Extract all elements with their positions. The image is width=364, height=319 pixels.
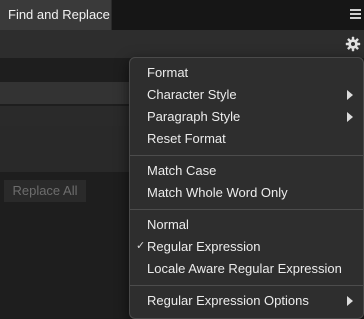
tab-label: Find and Replace <box>8 7 110 22</box>
options-menu: Format Character Style Paragraph Style R… <box>129 57 364 319</box>
menu-item-label: Paragraph Style <box>147 109 241 124</box>
menu-item-paragraph-style[interactable]: Paragraph Style <box>130 106 363 128</box>
menu-separator <box>130 155 363 156</box>
menu-item-reset-format[interactable]: Reset Format <box>130 128 363 150</box>
menu-separator <box>130 209 363 210</box>
menu-item-label: Character Style <box>147 87 237 102</box>
panel-toolbar <box>0 30 364 58</box>
menu-item-format[interactable]: Format <box>130 62 363 84</box>
replace-all-button[interactable]: Replace All <box>4 180 86 202</box>
menu-item-label: Locale Aware Regular Expression <box>147 261 342 276</box>
menu-item-label: Match Case <box>147 163 217 178</box>
menu-item-label: Regular Expression Options <box>147 293 309 308</box>
gear-icon[interactable] <box>345 36 361 52</box>
menu-item-locale-aware-regex[interactable]: Locale Aware Regular Expression <box>130 258 363 280</box>
menu-item-normal[interactable]: Normal <box>130 214 363 236</box>
chevron-right-icon <box>347 112 353 122</box>
menu-item-label: Format <box>147 65 189 80</box>
menu-item-regular-expression[interactable]: ✓ Regular Expression <box>130 236 363 258</box>
menu-item-label: Reset Format <box>147 131 226 146</box>
checkmark-icon: ✓ <box>136 240 146 252</box>
menu-item-character-style[interactable]: Character Style <box>130 84 363 106</box>
menu-item-label: Normal <box>147 217 189 232</box>
chevron-right-icon <box>347 296 353 306</box>
menu-item-regex-options[interactable]: Regular Expression Options <box>130 290 363 312</box>
hamburger-icon[interactable] <box>350 9 361 19</box>
menu-item-label: Match Whole Word Only <box>147 185 288 200</box>
menu-separator <box>130 285 363 286</box>
menu-item-match-case[interactable]: Match Case <box>130 160 363 182</box>
panel-tab-bar: Find and Replace <box>0 0 364 30</box>
tab-find-and-replace[interactable]: Find and Replace <box>0 0 112 30</box>
chevron-right-icon <box>347 90 353 100</box>
menu-item-label: Regular Expression <box>147 239 261 254</box>
menu-item-match-whole-word[interactable]: Match Whole Word Only <box>130 182 363 204</box>
